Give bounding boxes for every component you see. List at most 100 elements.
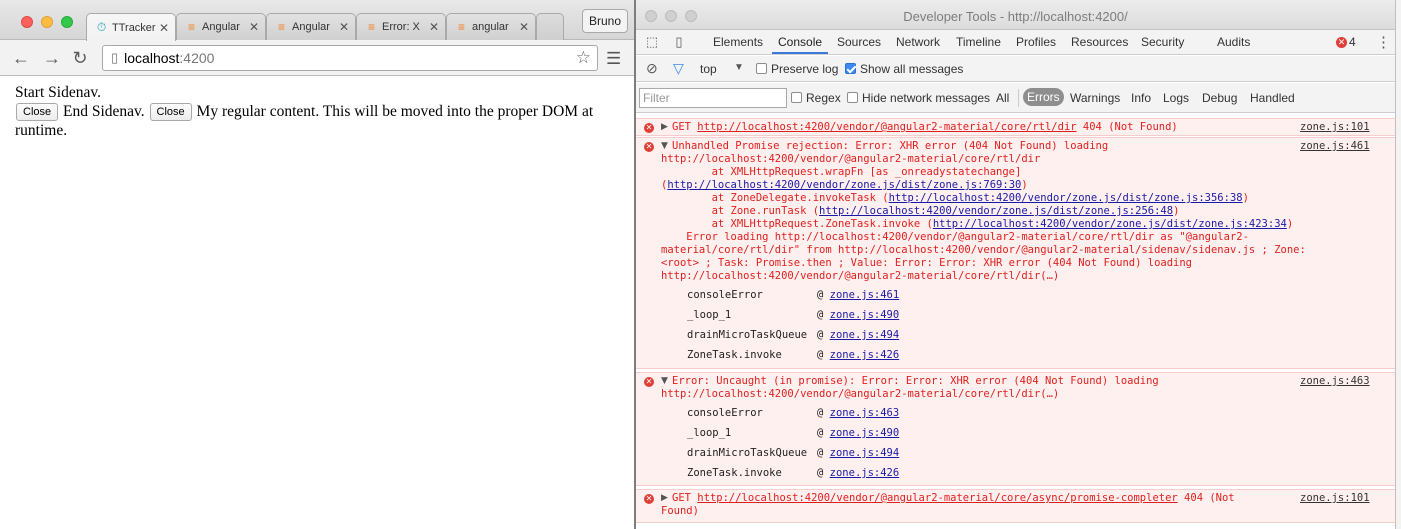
stackoverflow-icon: ≡ — [457, 20, 465, 34]
message-text: Error loading http://localhost:4200/vend… — [661, 231, 1249, 243]
request-url[interactable]: http://localhost:4200/vendor/@angular2-m… — [697, 492, 1177, 504]
close-icon[interactable]: ✕ — [337, 20, 351, 34]
stack-link[interactable]: http://localhost:4200/vendor/zone.js/dis… — [667, 179, 1021, 191]
show-all-toggle[interactable]: Show all messages — [845, 62, 963, 76]
message-text: Found) — [661, 505, 699, 517]
level-all[interactable]: All — [996, 91, 1009, 105]
stack-link[interactable]: http://localhost:4200/vendor/zone.js/dis… — [933, 218, 1287, 230]
browser-tab[interactable]: ≡ Angular ✕ — [176, 13, 266, 40]
clear-console-icon[interactable]: ⊘ — [646, 60, 658, 77]
message-text: GET http://localhost:4200/vendor/@angula… — [672, 492, 1235, 505]
message-text: http://localhost:4200/vendor/@angular2-m… — [661, 388, 1060, 400]
context-select[interactable]: top — [700, 62, 717, 76]
close-icon[interactable]: ✕ — [247, 20, 261, 34]
stack-link[interactable]: zone.js:463 — [830, 407, 900, 419]
source-link[interactable]: zone.js:461 — [1300, 140, 1370, 153]
stack-link[interactable]: http://localhost:4200/vendor/zone.js/dis… — [889, 192, 1243, 204]
level-debug[interactable]: Debug — [1202, 91, 1237, 105]
stack-link[interactable]: zone.js:494 — [830, 329, 900, 341]
request-url[interactable]: http://localhost:4200/vendor/@angular2-m… — [697, 121, 1076, 133]
level-errors[interactable]: Errors — [1023, 88, 1064, 106]
preserve-log-toggle[interactable]: Preserve log — [756, 62, 838, 76]
url-host: localhost — [124, 50, 180, 66]
tab-strip: ⏱ TTracker ✕ ≡ Angular ✕ ≡ Angular ✕ ≡ E… — [0, 0, 634, 41]
browser-tab[interactable]: ≡ Error: X ✕ — [356, 13, 446, 40]
tab-resources[interactable]: Resources — [1071, 30, 1128, 54]
address-bar[interactable]: ▯ localhost :4200 ☆ — [102, 45, 598, 71]
show-all-checkbox[interactable] — [845, 63, 856, 74]
close-button[interactable]: Close — [16, 103, 59, 122]
source-link[interactable]: zone.js:101 — [1300, 121, 1370, 134]
forward-arrow-icon[interactable]: → — [41, 47, 63, 69]
filter-input[interactable]: Filter — [639, 88, 787, 108]
tab-elements[interactable]: Elements — [713, 30, 763, 54]
expand-triangle-icon[interactable]: ▶ — [661, 121, 668, 134]
stack-link[interactable]: zone.js:426 — [830, 349, 900, 361]
filter-icon[interactable]: ▽ — [673, 60, 684, 77]
stack-line: at Zone.runTask (http://localhost:4200/v… — [661, 205, 1180, 218]
regex-checkbox[interactable] — [791, 92, 802, 103]
collapse-triangle-icon[interactable]: ▼ — [661, 140, 668, 153]
browser-tab[interactable]: ≡ Angular ✕ — [266, 13, 356, 40]
hide-network-toggle[interactable]: Hide network messages — [847, 91, 990, 105]
tab-profiles[interactable]: Profiles — [1016, 30, 1056, 54]
stack-link[interactable]: zone.js:426 — [830, 467, 900, 479]
source-link[interactable]: zone.js:101 — [1300, 492, 1370, 505]
level-warnings[interactable]: Warnings — [1070, 91, 1120, 105]
preserve-log-checkbox[interactable] — [756, 63, 767, 74]
menu-icon[interactable]: ☰ — [606, 49, 621, 69]
stack-at: @ zone.js:490 — [817, 309, 900, 321]
more-options-icon[interactable]: ⋮ — [1376, 33, 1391, 51]
hide-network-checkbox[interactable] — [847, 92, 858, 103]
device-mode-icon[interactable]: ▯ — [671, 34, 687, 50]
stack-line: (http://localhost:4200/vendor/zone.js/di… — [661, 179, 1028, 192]
level-info[interactable]: Info — [1131, 91, 1151, 105]
text: at XMLHttpRequest.ZoneTask.invoke ( — [661, 218, 933, 230]
inspect-element-icon[interactable]: ⬚ — [644, 34, 660, 50]
minimize-window-button[interactable] — [41, 16, 53, 28]
stack-link[interactable]: zone.js:490 — [830, 309, 900, 321]
level-logs[interactable]: Logs — [1163, 91, 1189, 105]
close-icon[interactable]: ✕ — [517, 20, 531, 34]
tab-label: TTracker — [112, 21, 156, 34]
stack-link[interactable]: zone.js:490 — [830, 427, 900, 439]
close-window-button[interactable] — [21, 16, 33, 28]
message-text: http://localhost:4200/vendor/@angular2-m… — [661, 153, 1041, 165]
source-link[interactable]: zone.js:463 — [1300, 375, 1370, 388]
close-icon[interactable]: ✕ — [427, 20, 441, 34]
level-handled[interactable]: Handled — [1250, 91, 1295, 105]
devtools-titlebar: Developer Tools - http://localhost:4200/ — [636, 0, 1395, 30]
profile-button[interactable]: Bruno — [582, 9, 628, 33]
tab-security[interactable]: Security — [1141, 30, 1184, 54]
tab-network[interactable]: Network — [896, 30, 940, 54]
stack-fn: drainMicroTaskQueue — [687, 329, 808, 341]
close-icon[interactable]: ✕ — [157, 21, 171, 35]
browser-tab[interactable]: ⏱ TTracker ✕ — [86, 13, 176, 41]
method: GET — [672, 492, 698, 504]
new-tab-button[interactable] — [536, 13, 564, 40]
devtools-title: Developer Tools - http://localhost:4200/ — [903, 9, 1128, 24]
close-button[interactable]: Close — [149, 103, 192, 122]
browser-tab[interactable]: ≡ angular ✕ — [446, 13, 536, 40]
bookmark-star-icon[interactable]: ☆ — [576, 48, 591, 68]
back-arrow-icon[interactable]: ← — [10, 47, 32, 69]
chevron-down-icon[interactable]: ▼ — [734, 62, 744, 73]
stack-link[interactable]: zone.js:461 — [830, 289, 900, 301]
tab-audits[interactable]: Audits — [1217, 30, 1250, 54]
expand-triangle-icon[interactable]: ▶ — [661, 492, 668, 505]
regex-toggle[interactable]: Regex — [791, 91, 841, 105]
tab-console[interactable]: Console — [772, 30, 829, 54]
reload-icon[interactable]: ↻ — [69, 47, 91, 69]
error-counter[interactable]: ✕ 4 — [1336, 35, 1356, 49]
stack-fn: consoleError — [687, 289, 763, 301]
collapse-triangle-icon[interactable]: ▼ — [661, 375, 668, 388]
text: ) — [1286, 218, 1294, 230]
tab-sources[interactable]: Sources — [837, 30, 881, 54]
stack-link[interactable]: http://localhost:4200/vendor/zone.js/dis… — [819, 205, 1173, 217]
error-icon: ✕ — [644, 123, 654, 133]
zoom-window-button[interactable] — [61, 16, 73, 28]
error-icon: ✕ — [1336, 36, 1347, 48]
text: at ZoneDelegate.invokeTask ( — [661, 192, 889, 204]
stack-link[interactable]: zone.js:494 — [830, 447, 900, 459]
tab-timeline[interactable]: Timeline — [956, 30, 1001, 54]
